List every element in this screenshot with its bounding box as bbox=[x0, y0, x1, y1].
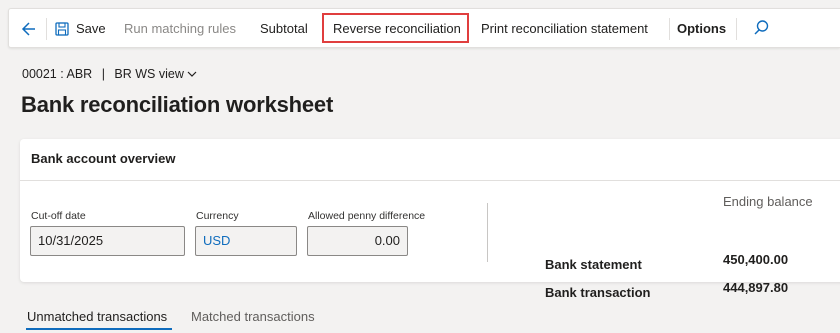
currency-label: Currency bbox=[196, 210, 239, 222]
view-selector[interactable]: BR WS view bbox=[114, 67, 183, 81]
toolbar-divider bbox=[46, 18, 47, 40]
bank-statement-label: Bank statement bbox=[545, 257, 642, 272]
bank-account-overview-card: Bank account overview bbox=[20, 139, 840, 282]
back-arrow-icon[interactable] bbox=[21, 9, 37, 49]
card-header[interactable]: Bank account overview bbox=[20, 139, 840, 181]
ending-balance-header: Ending balance bbox=[723, 194, 813, 209]
chevron-down-icon[interactable] bbox=[187, 67, 197, 81]
currency-field[interactable]: USD bbox=[195, 226, 297, 256]
save-icon[interactable] bbox=[55, 9, 69, 49]
record-id: 00021 : ABR bbox=[22, 67, 93, 81]
save-button[interactable]: Save bbox=[76, 9, 106, 49]
breadcrumb: 00021 : ABR | BR WS view bbox=[22, 67, 197, 81]
options-menu[interactable]: Options bbox=[677, 9, 726, 49]
tab-matched-transactions[interactable]: Matched transactions bbox=[191, 309, 315, 324]
tab-unmatched-transactions[interactable]: Unmatched transactions bbox=[27, 309, 167, 324]
bank-transaction-label: Bank transaction bbox=[545, 285, 651, 300]
search-icon[interactable] bbox=[753, 9, 769, 49]
active-tab-indicator bbox=[26, 328, 172, 330]
card-title: Bank account overview bbox=[31, 151, 176, 166]
page-title: Bank reconciliation worksheet bbox=[21, 92, 334, 117]
section-divider bbox=[487, 203, 488, 262]
allowed-penny-difference-field[interactable]: 0.00 bbox=[307, 226, 408, 256]
subtotal-button[interactable]: Subtotal bbox=[260, 9, 308, 49]
print-reconciliation-statement-button[interactable]: Print reconciliation statement bbox=[481, 9, 648, 49]
allowed-penny-difference-label: Allowed penny difference bbox=[308, 210, 426, 222]
highlight-box bbox=[322, 13, 469, 43]
cutoff-date-label: Cut-off date bbox=[31, 210, 86, 222]
bank-statement-amount: 450,400.00 bbox=[723, 252, 789, 267]
bank-transaction-amount: 444,897.80 bbox=[723, 280, 789, 295]
run-matching-rules-button[interactable]: Run matching rules bbox=[124, 9, 236, 49]
breadcrumb-separator: | bbox=[101, 67, 105, 81]
toolbar-divider bbox=[669, 18, 670, 40]
cutoff-date-field[interactable]: 10/31/2025 bbox=[30, 226, 185, 256]
toolbar-divider bbox=[736, 18, 737, 40]
